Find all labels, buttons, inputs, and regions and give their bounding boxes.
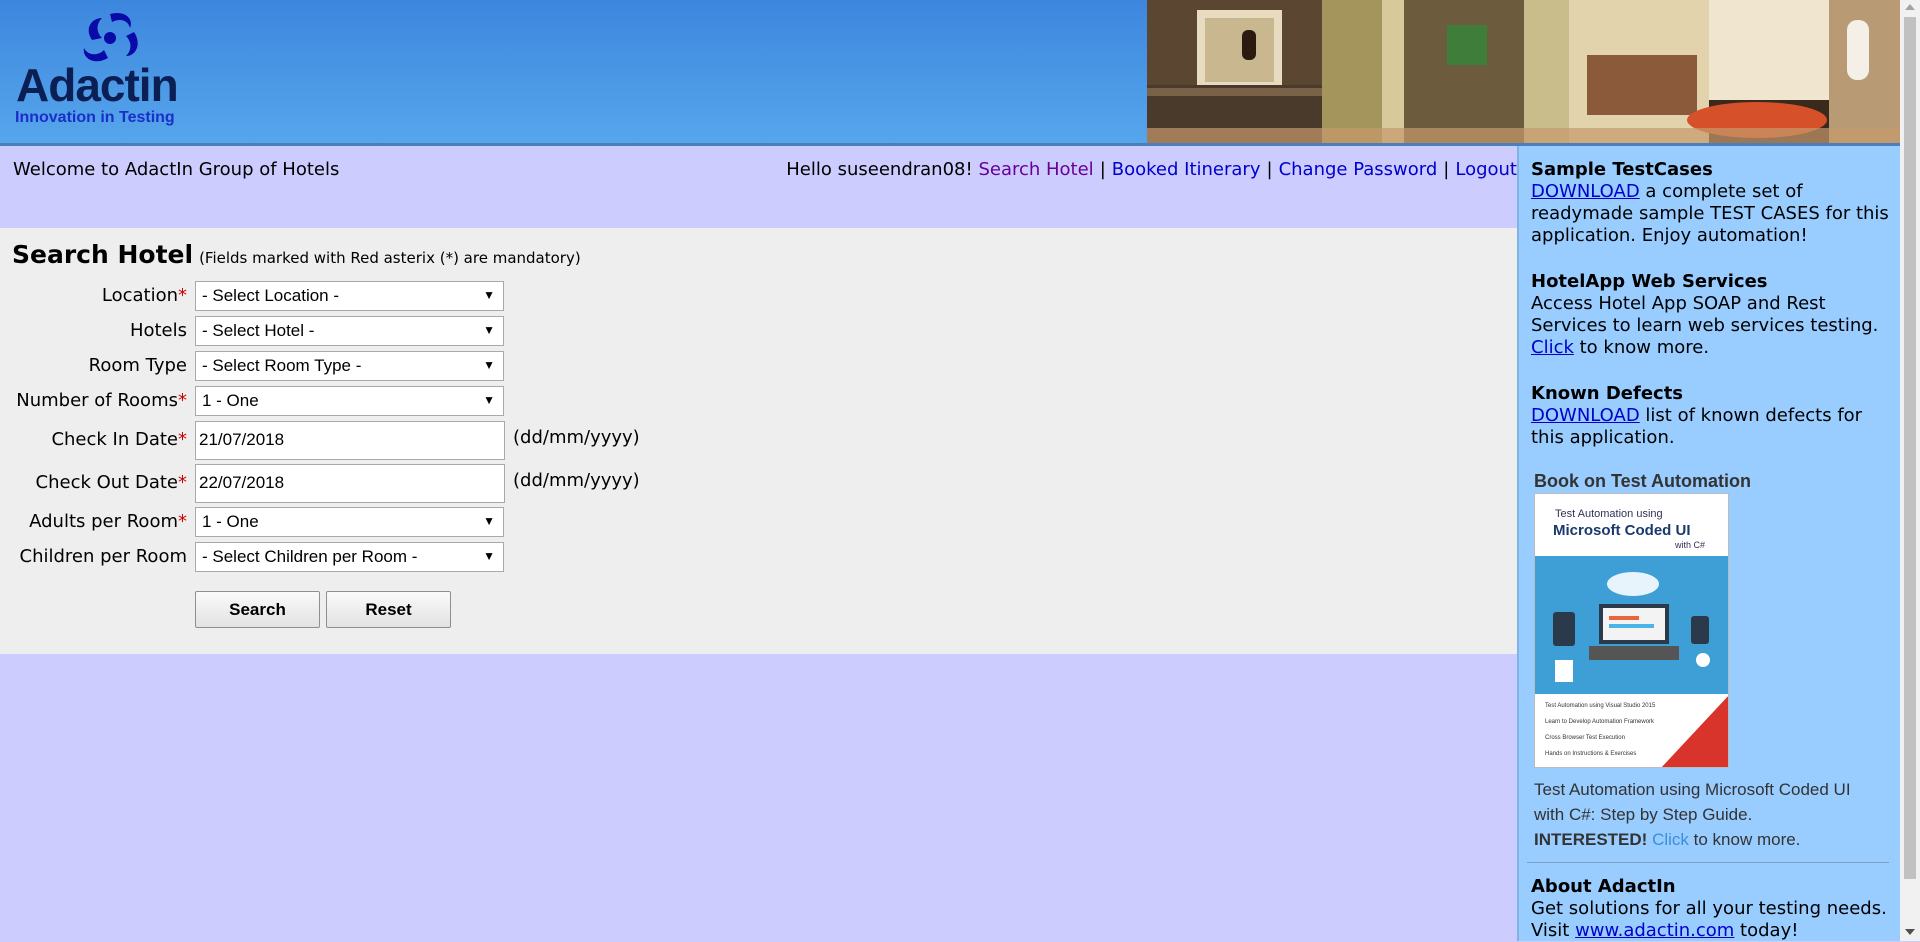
location-row: Location* - Select Location - ▼ (0, 281, 800, 313)
dropdown-arrow-icon: ▼ (483, 288, 495, 302)
date-format-hint: (dd/mm/yyyy) (513, 470, 640, 491)
room-type-select[interactable]: - Select Room Type - ▼ (195, 351, 504, 381)
book-description: Test Automation using Microsoft Coded UI… (1534, 780, 1851, 849)
check-in-row: Check In Date* 21/07/2018 (dd/mm/yyyy) (0, 421, 800, 461)
location-label: Location* (101, 285, 187, 306)
book-promo: Book on Test Automation Test Automation … (1534, 471, 1894, 849)
defects-download-link[interactable]: DOWNLOAD (1531, 405, 1640, 426)
adactin-logo[interactable]: Adactin Innovation in Testing (12, 10, 192, 130)
right-sidebar: Sample TestCases DOWNLOAD a complete set… (1517, 146, 1900, 941)
sidebar-divider (1527, 862, 1889, 863)
required-asterisk: * (178, 285, 187, 306)
book-cover-image[interactable]: Test Automation using Microsoft Coded UI… (1534, 493, 1729, 768)
location-select[interactable]: - Select Location - ▼ (195, 281, 504, 311)
rooms-row: Number of Rooms* 1 - One ▼ (0, 386, 800, 418)
logo-wordmark: Adactin (16, 59, 179, 111)
dropdown-arrow-icon: ▼ (483, 393, 495, 407)
sample-testcases-block: Sample TestCases DOWNLOAD a complete set… (1531, 159, 1891, 247)
form-heading: Search Hotel (Fields marked with Red aste… (12, 240, 581, 269)
room-type-label: Room Type (88, 355, 187, 376)
hotel-lobby-image (1147, 0, 1900, 143)
hotels-select[interactable]: - Select Hotel - ▼ (195, 316, 504, 346)
required-asterisk: * (178, 429, 187, 450)
page-title: Search Hotel (12, 240, 194, 269)
dropdown-arrow-icon: ▼ (483, 514, 495, 528)
children-row: Children per Room - Select Children per … (0, 542, 800, 574)
book-click-link[interactable]: Click (1652, 830, 1689, 849)
testcases-download-link[interactable]: DOWNLOAD (1531, 181, 1640, 202)
adactin-website-link[interactable]: www.adactin.com (1575, 920, 1734, 941)
required-asterisk: * (178, 390, 187, 411)
check-out-date-input[interactable]: 22/07/2018 (195, 464, 505, 503)
hotels-row: Hotels - Select Hotel - ▼ (0, 316, 800, 348)
nav-separator: | (1443, 159, 1450, 180)
adults-row: Adults per Room* 1 - One ▼ (0, 507, 800, 539)
rooms-label: Number of Rooms* (16, 390, 187, 411)
about-adactin-block: About AdactIn Get solutions for all your… (1531, 876, 1891, 942)
check-out-row: Check Out Date* 22/07/2018 (dd/mm/yyyy) (0, 464, 800, 504)
dropdown-arrow-icon: ▼ (483, 323, 495, 337)
nav-booked-itinerary-link[interactable]: Booked Itinerary (1112, 159, 1261, 180)
children-per-room-select[interactable]: - Select Children per Room - ▼ (195, 542, 504, 572)
web-services-click-link[interactable]: Click (1531, 337, 1574, 358)
nav-search-hotel-link[interactable]: Search Hotel (978, 159, 1093, 180)
nav-logout-link[interactable]: Logout (1455, 159, 1517, 180)
cover-title-area: Test Automation using Microsoft Coded UI… (1535, 494, 1728, 556)
dropdown-arrow-icon: ▼ (483, 549, 495, 563)
required-asterisk: * (178, 511, 187, 532)
mandatory-note: (Fields marked with Red asterix (*) are … (199, 249, 581, 267)
user-greeting: Hello suseendran08! (786, 159, 973, 180)
children-label: Children per Room (19, 546, 188, 567)
dropdown-arrow-icon: ▼ (483, 358, 495, 372)
check-in-date-input[interactable]: 21/07/2018 (195, 421, 505, 460)
interested-label: INTERESTED! (1534, 830, 1648, 849)
cover-illustration (1535, 556, 1728, 694)
cover-corner-accent (1661, 696, 1728, 767)
check-out-label: Check Out Date* (35, 472, 187, 493)
logo-tagline: Innovation in Testing (15, 109, 175, 126)
web-services-title: HotelApp Web Services (1531, 271, 1768, 292)
web-services-block: HotelApp Web Services Access Hotel App S… (1531, 271, 1891, 359)
search-button[interactable]: Search (195, 591, 320, 628)
reset-button[interactable]: Reset (326, 591, 451, 628)
cover-feature-list: Test Automation using Visual Studio 2015… (1535, 694, 1728, 767)
page-header: Adactin Innovation in Testing (0, 0, 1900, 146)
room-type-row: Room Type - Select Room Type - ▼ (0, 351, 800, 383)
welcome-message: Welcome to AdactIn Group of Hotels (13, 159, 340, 180)
date-format-hint: (dd/mm/yyyy) (513, 427, 640, 448)
nav-separator: | (1266, 159, 1273, 180)
page-scrollbar[interactable] (1900, 0, 1920, 941)
required-asterisk: * (178, 472, 187, 493)
book-title: Book on Test Automation (1534, 471, 1751, 491)
hotels-label: Hotels (129, 320, 187, 341)
about-title: About AdactIn (1531, 876, 1676, 897)
scrollbar-thumb[interactable] (1904, 17, 1916, 879)
sample-testcases-title: Sample TestCases (1531, 159, 1713, 180)
check-in-label: Check In Date* (51, 429, 187, 450)
search-hotel-form: Search Hotel (Fields marked with Red aste… (0, 228, 1517, 654)
adults-label: Adults per Room* (29, 511, 187, 532)
adults-per-room-select[interactable]: 1 - One ▼ (195, 507, 504, 537)
hotel-lobby-illustration (1147, 0, 1900, 143)
known-defects-block: Known Defects DOWNLOAD list of known def… (1531, 383, 1891, 449)
user-navigation: Hello suseendran08! Search Hotel | Booked … (786, 159, 1517, 180)
scroll-up-arrow-icon[interactable] (1905, 4, 1915, 10)
number-of-rooms-select[interactable]: 1 - One ▼ (195, 386, 504, 416)
nav-separator: | (1099, 159, 1106, 180)
nav-change-password-link[interactable]: Change Password (1279, 159, 1438, 180)
known-defects-title: Known Defects (1531, 383, 1684, 404)
scroll-down-arrow-icon[interactable] (1905, 929, 1915, 935)
